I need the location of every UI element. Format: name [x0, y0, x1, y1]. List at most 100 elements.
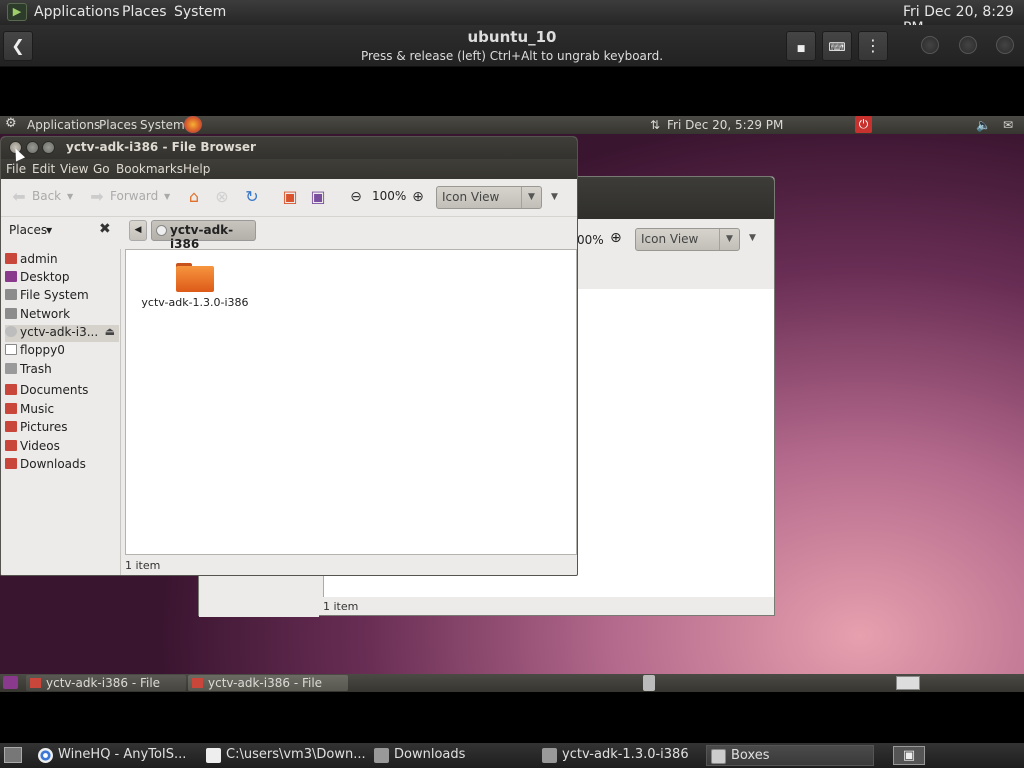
host-task-label: yctv-adk-1.3.0-i386 — [562, 747, 689, 762]
home-icon[interactable]: ⌂ — [184, 188, 204, 206]
back-arrow-icon[interactable]: ⬅ — [9, 188, 29, 206]
host-task-winehq[interactable]: WineHQ - AnyToIS... — [34, 745, 194, 766]
mail-icon[interactable]: ✉ — [1003, 118, 1013, 132]
guest-menu-applications[interactable]: Applications — [27, 118, 100, 132]
folder-icon — [30, 678, 41, 688]
menu-help[interactable]: Help — [183, 162, 210, 176]
guest-menu-system[interactable]: System — [140, 118, 185, 132]
workspace-switcher[interactable]: ▣ — [893, 746, 925, 765]
folder-icon — [192, 678, 203, 688]
window-titlebar[interactable]: yctv-adk-i386 - File Browser — [1, 137, 577, 159]
sidebar-item-documents[interactable]: Documents — [5, 383, 119, 400]
sidebar-item-floppy0[interactable]: floppy0 — [5, 343, 119, 360]
sidebar-item-pictures[interactable]: Pictures — [5, 420, 119, 437]
window-maximize-icon[interactable] — [42, 141, 55, 154]
sidebar-item-videos[interactable]: Videos — [5, 439, 119, 456]
host-task-boxes[interactable]: Boxes — [706, 745, 874, 766]
view-menu-dropdown-icon[interactable]: ▼ — [551, 192, 558, 202]
show-desktop-icon[interactable] — [3, 676, 18, 689]
view-mode-select[interactable]: Icon View ▼ — [436, 186, 542, 209]
sidebar-item-admin[interactable]: admin — [5, 252, 119, 269]
path-button-current[interactable]: yctv-adk-i386 — [151, 220, 256, 251]
sidebar-label: Network — [20, 307, 71, 321]
menu-edit[interactable]: Edit — [32, 162, 55, 176]
documents-folder-icon — [5, 384, 17, 395]
keyboard-button[interactable]: ⌨ — [822, 31, 852, 61]
zoom-in-icon[interactable]: ⊕ — [408, 188, 428, 206]
minimize-button[interactable] — [921, 36, 939, 54]
home-folder-icon[interactable]: ▣ — [280, 188, 300, 206]
power-icon[interactable]: ⏻ — [855, 116, 872, 133]
sidebar-item-yctv-adk[interactable]: yctv-adk-i3... ⏏ — [5, 325, 119, 342]
guest-task-file-browser-2[interactable]: yctv-adk-i386 - File Bro... — [188, 675, 348, 692]
stop-icon[interactable]: ⊗ — [212, 188, 232, 206]
sidebar-label: Documents — [20, 383, 89, 397]
distro-logo-icon[interactable]: ▶ — [7, 3, 27, 21]
network-arrows-icon[interactable]: ⇅ — [650, 118, 660, 132]
places-header[interactable]: Places — [9, 223, 47, 237]
host-task-wine-terminal[interactable]: C:\users\vm3\Down... — [202, 745, 367, 766]
window-minimize-icon[interactable] — [26, 141, 39, 154]
toolbar: ⬅ Back ▼ ➡ Forward ▼ ⌂ ⊗ ↻ ▣ ▣ ⊖ 100% ⊕ … — [1, 179, 577, 217]
guest-clock[interactable]: Fri Dec 20, 5:29 PM — [667, 118, 783, 132]
host-task-label: Boxes — [731, 748, 770, 763]
computer-icon[interactable]: ▣ — [308, 188, 328, 206]
forward-history-icon[interactable]: ▼ — [164, 192, 170, 201]
file-view[interactable]: yctv-adk-1.3.0-i386 — [125, 249, 577, 555]
sidebar-label: File System — [20, 288, 89, 302]
sidebar-label: Videos — [20, 439, 60, 453]
host-menu-applications[interactable]: Applications — [34, 4, 120, 20]
back-history-icon[interactable]: ▼ — [67, 192, 73, 201]
reload-icon[interactable]: ↻ — [242, 188, 262, 206]
file-browser-window[interactable]: yctv-adk-i386 - File Browser File Edit V… — [0, 136, 578, 576]
bg-zoom-in-icon[interactable]: ⊕ — [610, 230, 622, 246]
desktop-icon — [5, 271, 17, 282]
menu-view[interactable]: View — [60, 162, 88, 176]
file-item[interactable]: yctv-adk-1.3.0-i386 — [140, 260, 250, 309]
sidebar-item-music[interactable]: Music — [5, 402, 119, 419]
close-button[interactable] — [996, 36, 1014, 54]
places-dropdown-icon[interactable]: ▼ — [46, 226, 52, 235]
videos-folder-icon — [5, 440, 17, 451]
eject-icon[interactable]: ⏏ — [105, 325, 115, 338]
guest-display[interactable]: ⚙ Applications Places System ⇅ Fri Dec 2… — [0, 116, 1024, 692]
trash-applet-icon[interactable] — [643, 675, 655, 691]
sidebar-item-downloads[interactable]: Downloads — [5, 457, 119, 474]
harddisk-icon — [5, 289, 17, 300]
sidebar-item-trash[interactable]: Trash — [5, 362, 119, 379]
guest-gear-icon[interactable]: ⚙ — [5, 116, 17, 131]
wine-icon — [206, 748, 221, 763]
volume-icon[interactable]: 🔈 — [976, 118, 991, 132]
bg-view-dropdown-icon[interactable]: ▼ — [749, 233, 756, 243]
guest-task-file-browser-1[interactable]: yctv-adk-i386 - File Bro... — [26, 675, 186, 692]
guest-menu-places[interactable]: Places — [99, 118, 137, 132]
show-desktop-icon[interactable] — [4, 747, 22, 763]
guest-task-label: yctv-adk-i386 - File Bro... — [208, 676, 323, 692]
forward-button[interactable]: Forward — [110, 189, 158, 203]
zoom-out-icon[interactable]: ⊖ — [346, 188, 366, 206]
menu-bookmarks[interactable]: Bookmarks — [116, 162, 183, 176]
host-menu-system[interactable]: System — [174, 4, 226, 20]
properties-menu-button[interactable]: ⋮ — [858, 31, 888, 61]
workspace-switcher[interactable] — [896, 676, 920, 690]
host-task-downloads[interactable]: Downloads — [370, 745, 530, 766]
bg-view-mode-select[interactable]: Icon View ▼ — [635, 228, 740, 251]
close-sidebar-icon[interactable]: ✖ — [99, 221, 111, 237]
back-button[interactable]: Back — [32, 189, 61, 203]
menu-go[interactable]: Go — [93, 162, 110, 176]
sidebar-item-file-system[interactable]: File System — [5, 288, 119, 305]
guest-task-label: yctv-adk-i386 - File Bro... — [46, 676, 161, 692]
host-task-yctv-folder[interactable]: yctv-adk-1.3.0-i386 — [538, 745, 698, 766]
menu-file[interactable]: File — [6, 162, 26, 176]
chrome-icon — [38, 748, 53, 763]
stop-button[interactable]: ■ — [786, 31, 816, 61]
sidebar-item-desktop[interactable]: Desktop — [5, 270, 119, 287]
firefox-icon[interactable] — [184, 116, 202, 133]
path-left-arrow-icon[interactable]: ◀ — [129, 220, 147, 241]
sidebar-label: Desktop — [20, 270, 70, 284]
keyboard-icon: ⌨ — [828, 40, 846, 54]
maximize-button[interactable] — [959, 36, 977, 54]
host-menu-places[interactable]: Places — [122, 4, 167, 20]
forward-arrow-icon[interactable]: ➡ — [87, 188, 107, 206]
sidebar-item-network[interactable]: Network — [5, 307, 119, 324]
